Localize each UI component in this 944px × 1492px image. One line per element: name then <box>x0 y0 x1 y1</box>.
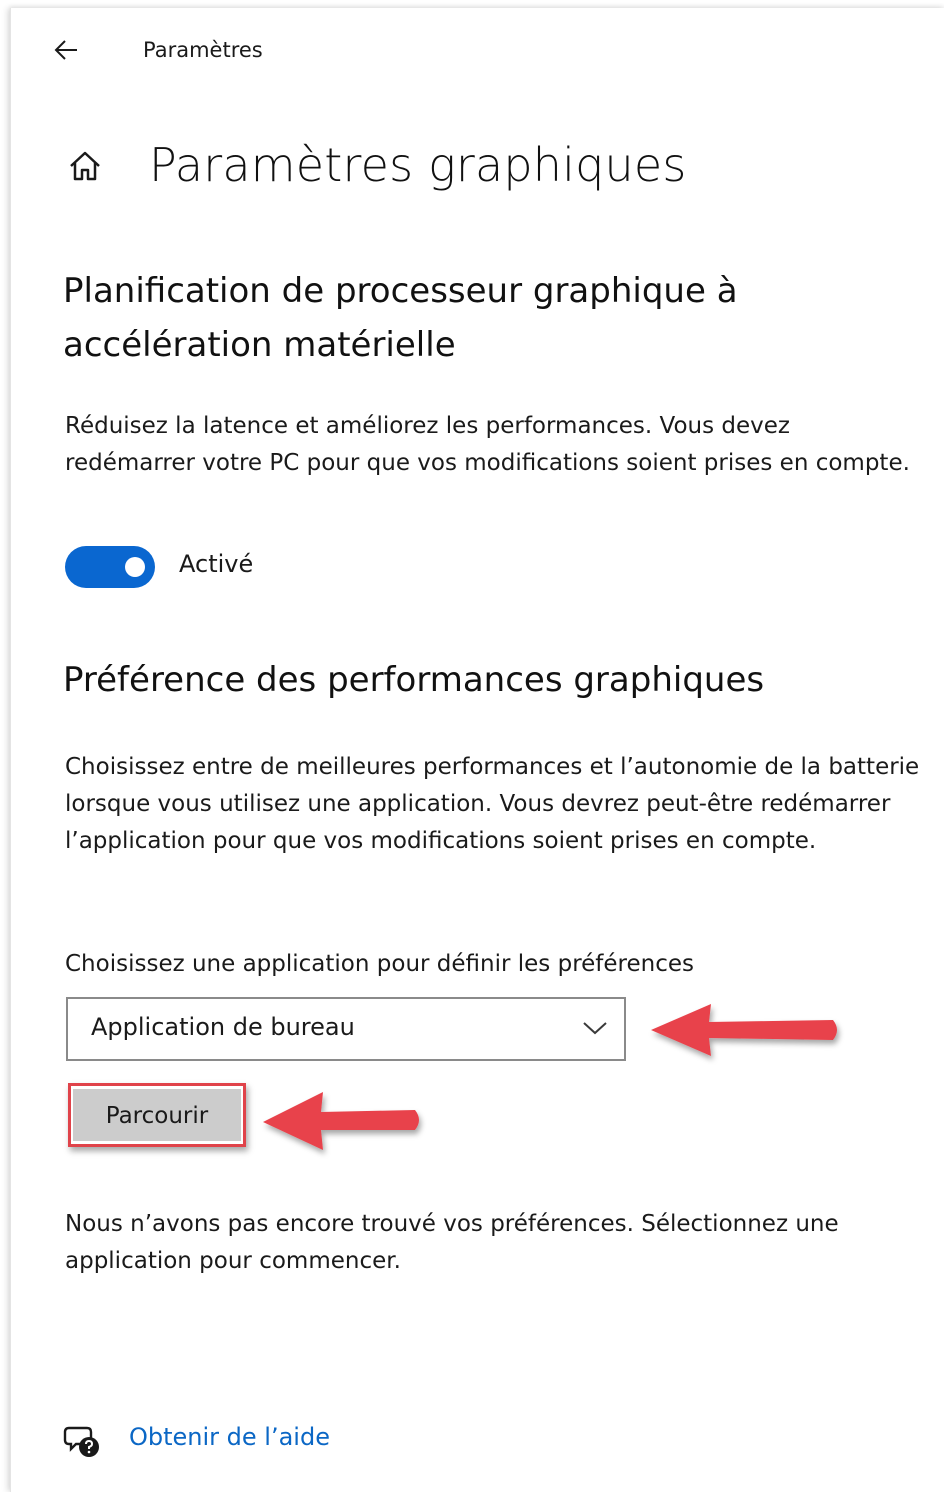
chevron-down-icon <box>582 1019 608 1037</box>
get-help-link[interactable]: Obtenir de l’aide <box>129 1423 330 1451</box>
app-title: Paramètres <box>143 38 263 62</box>
toggle-knob <box>125 557 145 577</box>
app-type-dropdown[interactable]: Application de bureau <box>66 997 626 1061</box>
gpu-scheduling-description: Réduisez la latence et améliorez les per… <box>65 413 910 476</box>
toggle-state-label: Activé <box>179 550 254 578</box>
dropdown-value: Application de bureau <box>91 1013 355 1041</box>
browse-button[interactable]: Parcourir <box>73 1089 241 1141</box>
gpu-scheduling-heading: Planification de processeur graphique à … <box>63 271 738 365</box>
performance-preference-description: Choisissez entre de meilleures performan… <box>65 754 920 854</box>
performance-preference-heading: Préférence des performances graphiques <box>63 660 765 700</box>
no-preferences-message: Nous n’avons pas encore trouvé vos préfé… <box>65 1211 839 1274</box>
settings-window: Paramètres Paramètres graphiques Planifi… <box>10 8 944 1492</box>
help-chat-icon <box>63 1420 103 1460</box>
select-app-label: Choisissez une application pour définir … <box>65 951 694 977</box>
annotation-arrow-dropdown <box>651 1004 837 1056</box>
annotation-arrow-browse <box>263 1092 419 1150</box>
home-icon <box>65 146 105 186</box>
page-title: Paramètres graphiques <box>149 138 687 192</box>
arrow-left-icon[interactable] <box>51 34 83 66</box>
gpu-scheduling-toggle[interactable] <box>65 546 155 588</box>
